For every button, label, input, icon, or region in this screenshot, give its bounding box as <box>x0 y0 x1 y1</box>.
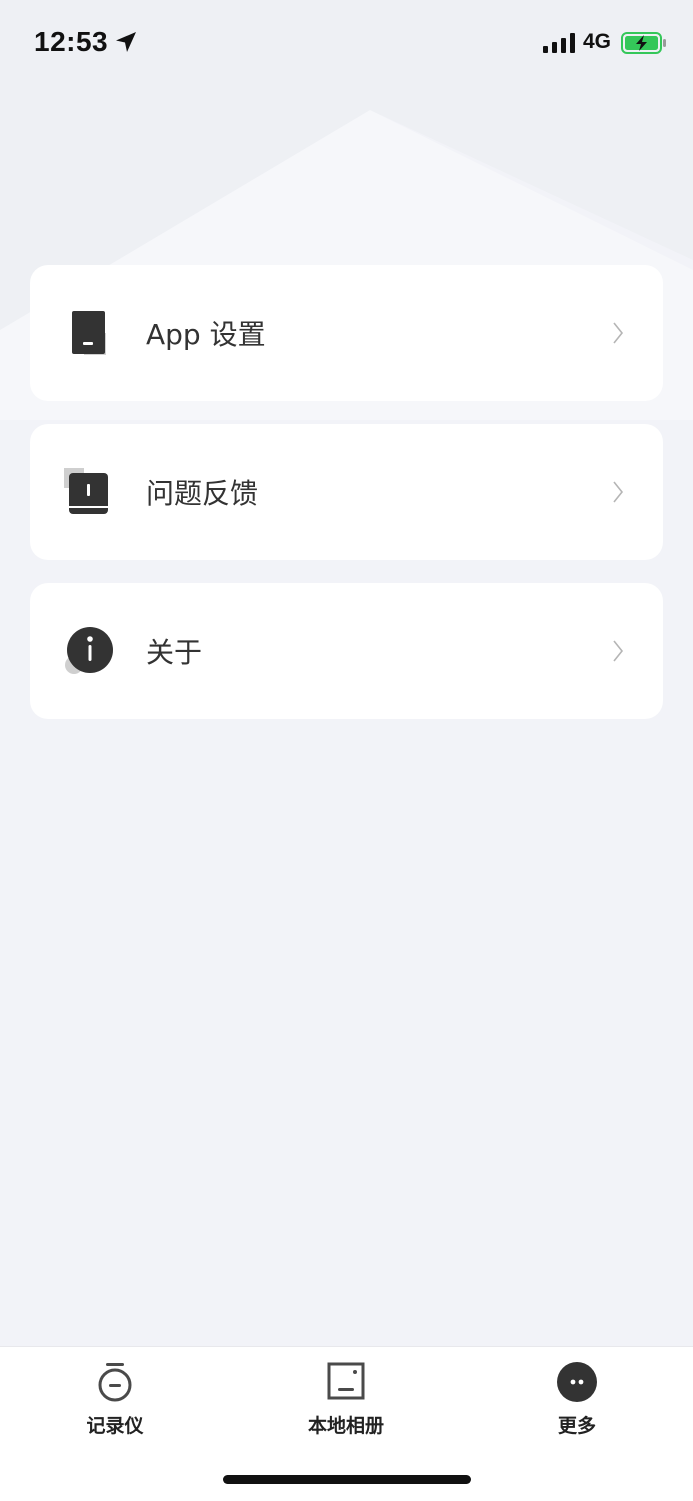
feedback-book-icon <box>64 468 108 514</box>
network-type: 4G <box>583 30 612 53</box>
album-icon <box>327 1362 365 1400</box>
tab-more[interactable]: 更多 <box>507 1347 647 1457</box>
tab-label: 记录仪 <box>86 1415 144 1437</box>
more-icon <box>557 1362 597 1402</box>
tab-local-album[interactable]: 本地相册 <box>276 1347 416 1457</box>
tab-recorder[interactable]: 记录仪 <box>45 1347 185 1457</box>
status-bar: 12:53 4G <box>0 0 693 88</box>
recorder-icon <box>98 1363 132 1402</box>
battery-charging-icon <box>621 32 666 54</box>
location-arrow-icon <box>116 32 136 52</box>
signal-bars-icon <box>543 33 575 53</box>
menu-item-about[interactable]: 关于 <box>30 583 663 719</box>
menu-item-label: App 设置 <box>146 318 266 351</box>
chevron-right-icon <box>613 322 624 344</box>
tab-label: 本地相册 <box>307 1415 384 1437</box>
menu-item-label: 问题反馈 <box>146 477 259 510</box>
menu-item-feedback[interactable]: 问题反馈 <box>30 424 663 560</box>
app-settings-icon <box>72 311 106 355</box>
info-icon <box>65 627 113 674</box>
chevron-right-icon <box>613 481 624 503</box>
tab-label: 更多 <box>557 1415 596 1437</box>
menu-item-label: 关于 <box>146 636 203 669</box>
home-indicator <box>223 1475 471 1484</box>
chevron-right-icon <box>613 640 624 662</box>
menu-item-app-settings[interactable]: App 设置 <box>30 265 663 401</box>
status-time: 12:53 <box>34 26 109 57</box>
